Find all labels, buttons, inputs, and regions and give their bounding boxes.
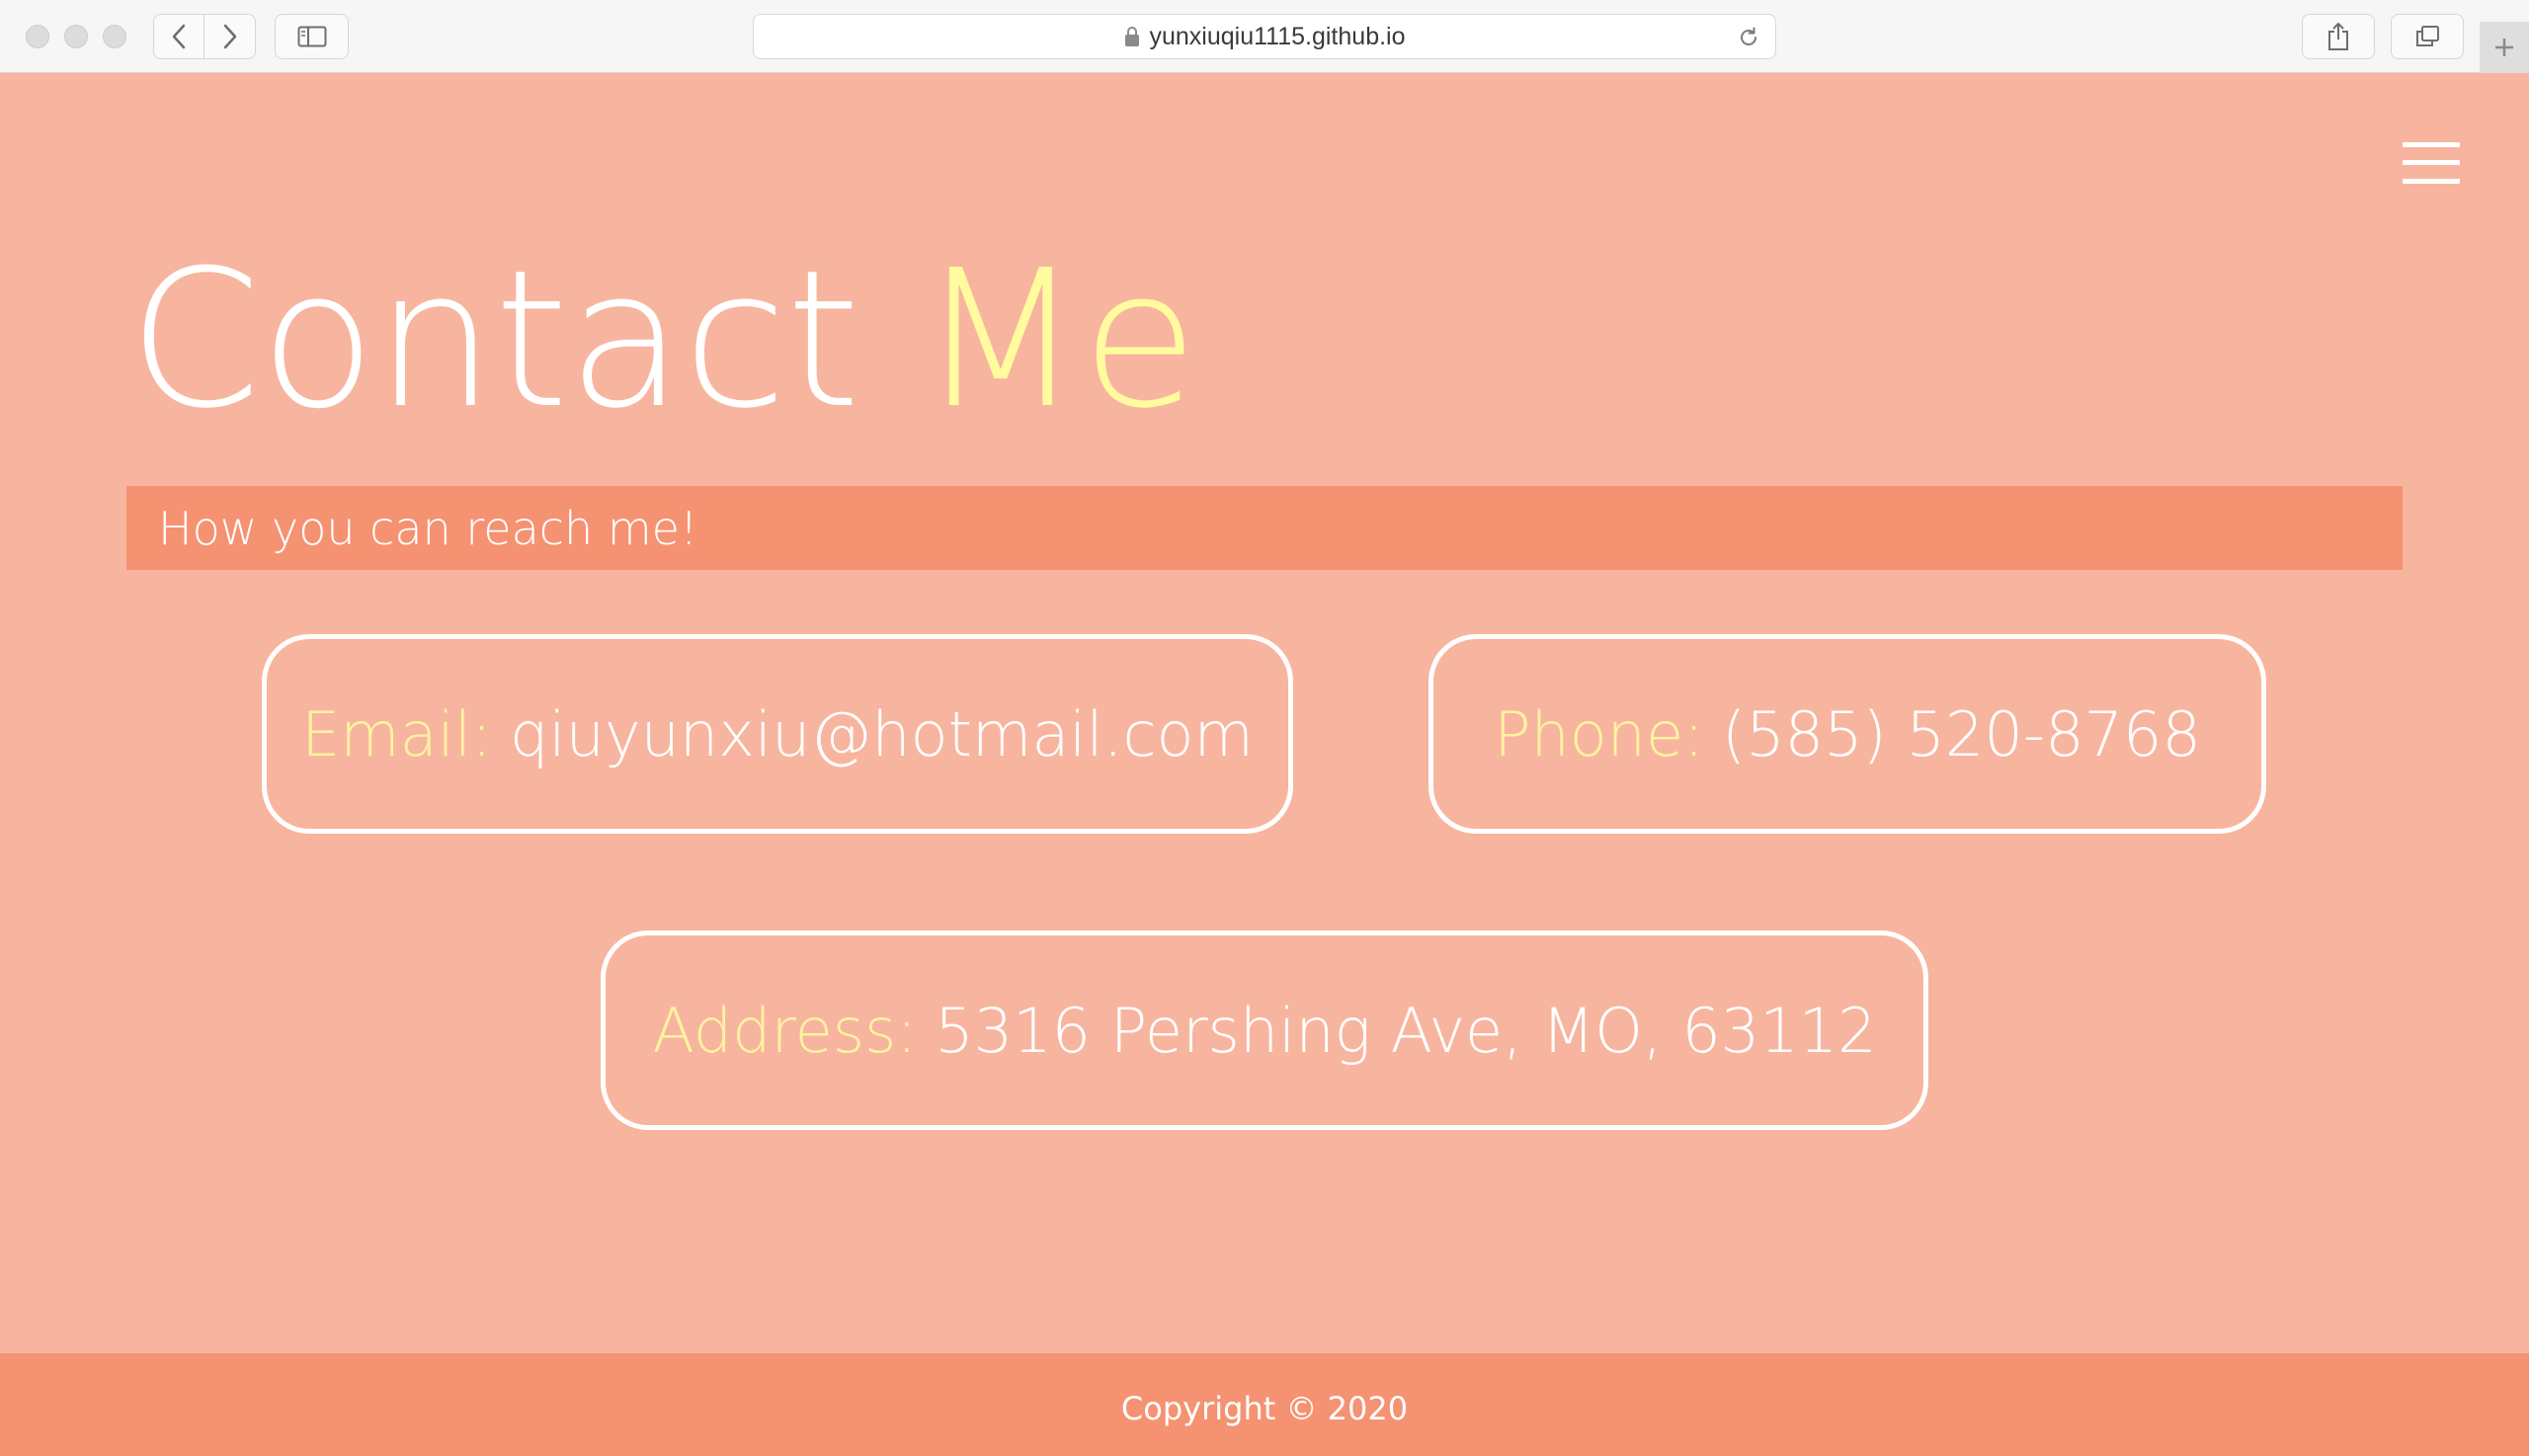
email-card: Email: qiuyunxiu@hotmail.com <box>262 634 1293 834</box>
share-button[interactable] <box>2302 14 2375 59</box>
tabs-overview-button[interactable] <box>2391 14 2464 59</box>
address-label: Address: <box>652 994 918 1067</box>
window-zoom-button[interactable] <box>103 25 126 48</box>
back-button[interactable] <box>153 14 204 59</box>
sidebar-toggle-button[interactable] <box>275 14 349 59</box>
phone-label: Phone: <box>1494 697 1705 770</box>
chevron-left-icon <box>172 24 186 49</box>
url-text: yunxiuqiu1115.github.io <box>1149 22 1406 50</box>
reload-icon <box>1741 27 1756 45</box>
reload-button[interactable] <box>1736 25 1761 50</box>
forward-button[interactable] <box>204 14 256 59</box>
page-title: Contact Me <box>128 246 1198 436</box>
page-title-accent: Me <box>919 230 1198 450</box>
address-bar[interactable]: yunxiuqiu1115.github.io <box>753 14 1776 59</box>
plus-icon <box>2495 39 2513 56</box>
address-value: 5316 Pershing Ave, MO, 63112 <box>935 994 1877 1067</box>
window-minimize-button[interactable] <box>64 25 88 48</box>
page-subtitle: How you can reach me! <box>158 501 698 555</box>
page-content: Contact Me How you can reach me! Email: q… <box>0 73 2529 1353</box>
window-close-button[interactable] <box>26 25 49 48</box>
phone-value[interactable]: (585) 520-8768 <box>1722 698 2201 770</box>
footer: Copyright © 2020 <box>0 1353 2529 1456</box>
page-title-main: Contact <box>128 230 860 450</box>
history-navigation <box>153 14 256 59</box>
hamburger-line <box>2403 142 2460 147</box>
browser-window: yunxiuqiu1115.github.io Contact Me How y… <box>0 0 2529 1456</box>
lock-icon <box>1124 27 1139 46</box>
copyright-text: Copyright © 2020 <box>1120 1390 1409 1427</box>
subtitle-banner: How you can reach me! <box>126 486 2403 570</box>
address-card: Address: 5316 Pershing Ave, MO, 63112 <box>601 930 1928 1130</box>
email-label: Email: <box>301 697 493 770</box>
chevron-right-icon <box>223 24 236 49</box>
tabs-overview-icon <box>2416 26 2439 46</box>
new-tab-button[interactable] <box>2480 22 2529 73</box>
browser-toolbar: yunxiuqiu1115.github.io <box>0 0 2529 73</box>
hamburger-menu-icon[interactable] <box>2403 142 2460 184</box>
address-bar-content: yunxiuqiu1115.github.io <box>754 15 1775 58</box>
sidebar-icon <box>297 26 326 47</box>
hamburger-line <box>2403 179 2460 184</box>
email-value[interactable]: qiuyunxiu@hotmail.com <box>510 698 1254 770</box>
phone-card: Phone: (585) 520-8768 <box>1428 634 2266 834</box>
share-icon <box>2328 23 2348 50</box>
hamburger-line <box>2403 160 2460 165</box>
